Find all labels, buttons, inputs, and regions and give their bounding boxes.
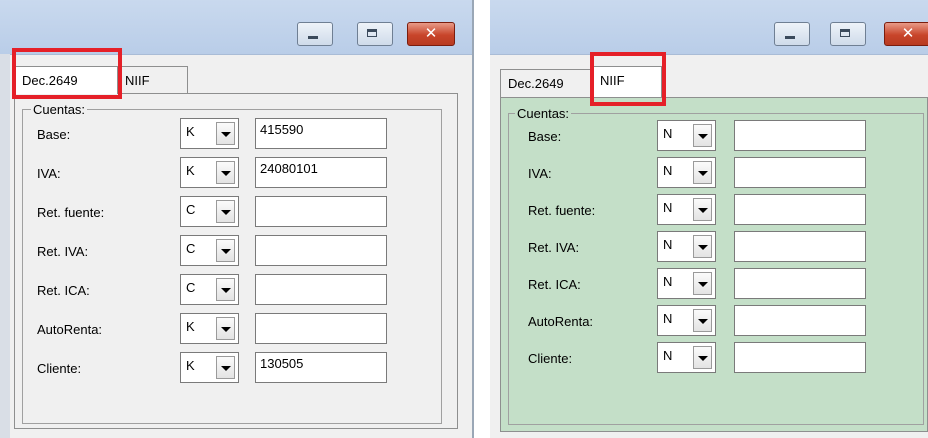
account-type-select[interactable]: N bbox=[657, 268, 716, 299]
chevron-down-icon[interactable] bbox=[693, 161, 712, 184]
account-type-select[interactable]: K bbox=[180, 118, 239, 149]
right-window: ✕ Dec.2649 NIIF Cuentas: Base: N IVA: N Ret.… bbox=[490, 0, 928, 438]
field-label: AutoRenta: bbox=[37, 322, 103, 337]
account-type-value: N bbox=[663, 311, 673, 326]
chevron-down-icon[interactable] bbox=[693, 346, 712, 369]
account-number-field[interactable] bbox=[255, 313, 387, 344]
tab-label: Dec.2649 bbox=[22, 73, 78, 88]
account-number-field[interactable] bbox=[255, 235, 387, 266]
chevron-down-icon[interactable] bbox=[216, 161, 235, 184]
account-type-select[interactable]: N bbox=[657, 342, 716, 373]
account-number-field[interactable] bbox=[255, 196, 387, 227]
account-type-select[interactable]: N bbox=[657, 194, 716, 225]
field-label: Cliente: bbox=[528, 351, 573, 366]
close-icon: ✕ bbox=[901, 25, 915, 42]
field-label: Ret. IVA: bbox=[37, 244, 89, 259]
account-number-field[interactable] bbox=[734, 157, 866, 188]
account-type-select[interactable]: K bbox=[180, 313, 239, 344]
account-type-value: N bbox=[663, 163, 673, 178]
field-label: Base: bbox=[528, 129, 562, 144]
tab-dec2649[interactable]: Dec.2649 bbox=[500, 69, 592, 97]
account-type-select[interactable]: N bbox=[657, 305, 716, 336]
field-label: Cliente: bbox=[37, 361, 82, 376]
left-window-frame bbox=[0, 54, 10, 438]
chevron-down-icon[interactable] bbox=[693, 272, 712, 295]
account-type-value: N bbox=[663, 200, 673, 215]
account-number-field[interactable] bbox=[734, 120, 866, 151]
tab-niif[interactable]: NIIF bbox=[592, 66, 662, 97]
maximize-button[interactable] bbox=[357, 22, 393, 46]
account-type-select[interactable]: K bbox=[180, 352, 239, 383]
account-type-value: K bbox=[186, 124, 195, 139]
close-icon: ✕ bbox=[424, 25, 438, 42]
chevron-down-icon[interactable] bbox=[216, 317, 235, 340]
left-title-bar: ✕ bbox=[0, 0, 472, 55]
close-button[interactable]: ✕ bbox=[407, 22, 455, 46]
field-label: Ret. ICA: bbox=[528, 277, 581, 292]
field-label: IVA: bbox=[528, 166, 552, 181]
account-type-value: C bbox=[186, 202, 196, 217]
field-label: Ret. ICA: bbox=[37, 283, 90, 298]
account-number-field[interactable] bbox=[255, 274, 387, 305]
account-type-value: C bbox=[186, 280, 196, 295]
chevron-down-icon[interactable] bbox=[216, 239, 235, 262]
maximize-button[interactable] bbox=[830, 22, 866, 46]
account-number-field[interactable] bbox=[734, 194, 866, 225]
chevron-down-icon[interactable] bbox=[216, 356, 235, 379]
account-type-value: N bbox=[663, 126, 673, 141]
account-number-field[interactable]: 24080101 bbox=[255, 157, 387, 188]
field-label: Ret. fuente: bbox=[528, 203, 596, 218]
account-number-field[interactable] bbox=[734, 305, 866, 336]
account-type-select[interactable]: N bbox=[657, 120, 716, 151]
tab-label: Dec.2649 bbox=[508, 76, 564, 91]
tab-niif[interactable]: NIIF bbox=[118, 66, 188, 94]
tab-label: NIIF bbox=[125, 73, 150, 88]
account-type-value: K bbox=[186, 319, 195, 334]
account-type-select[interactable]: C bbox=[180, 274, 239, 305]
account-number-field[interactable] bbox=[734, 231, 866, 262]
account-number-field[interactable]: 130505 bbox=[255, 352, 387, 383]
field-label: Ret. IVA: bbox=[528, 240, 580, 255]
account-number-field[interactable]: 415590 bbox=[255, 118, 387, 149]
field-label: Base: bbox=[37, 127, 71, 142]
right-tab-strip: Dec.2649 NIIF bbox=[490, 66, 928, 99]
group-title: Cuentas: bbox=[31, 102, 88, 117]
field-label: IVA: bbox=[37, 166, 61, 181]
account-type-value: C bbox=[186, 241, 196, 256]
chevron-down-icon[interactable] bbox=[216, 200, 235, 223]
close-button[interactable]: ✕ bbox=[884, 22, 928, 46]
group-title: Cuentas: bbox=[515, 106, 572, 121]
left-window: ✕ Dec.2649 NIIF Cuentas: Base: K 415590 IVA… bbox=[0, 0, 474, 438]
tab-label: NIIF bbox=[600, 73, 625, 88]
field-label: Ret. fuente: bbox=[37, 205, 105, 220]
account-type-value: N bbox=[663, 274, 673, 289]
minimize-button[interactable] bbox=[774, 22, 810, 46]
account-number-field[interactable] bbox=[734, 268, 866, 299]
account-number-field[interactable] bbox=[734, 342, 866, 373]
account-type-select[interactable]: C bbox=[180, 196, 239, 227]
chevron-down-icon[interactable] bbox=[693, 235, 712, 258]
account-type-select[interactable]: K bbox=[180, 157, 239, 188]
chevron-down-icon[interactable] bbox=[693, 124, 712, 147]
account-type-select[interactable]: C bbox=[180, 235, 239, 266]
account-type-value: N bbox=[663, 348, 673, 363]
account-type-select[interactable]: N bbox=[657, 157, 716, 188]
chevron-down-icon[interactable] bbox=[216, 122, 235, 145]
tab-dec2649[interactable]: Dec.2649 bbox=[14, 66, 118, 94]
account-type-value: N bbox=[663, 237, 673, 252]
account-type-value: K bbox=[186, 163, 195, 178]
field-label: AutoRenta: bbox=[528, 314, 594, 329]
right-title-bar: ✕ bbox=[490, 0, 928, 55]
chevron-down-icon[interactable] bbox=[216, 278, 235, 301]
chevron-down-icon[interactable] bbox=[693, 309, 712, 332]
left-tab-strip: Dec.2649 NIIF bbox=[0, 66, 472, 96]
minimize-button[interactable] bbox=[297, 22, 333, 46]
chevron-down-icon[interactable] bbox=[693, 198, 712, 221]
account-type-value: K bbox=[186, 358, 195, 373]
account-type-select[interactable]: N bbox=[657, 231, 716, 262]
